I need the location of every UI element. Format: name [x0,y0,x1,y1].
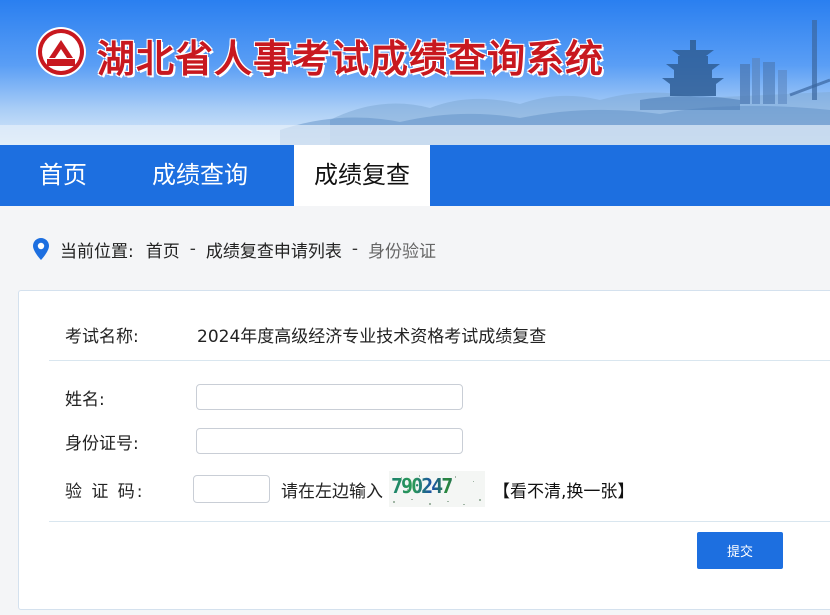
nav-item-score-review[interactable]: 成绩复查 [294,145,430,206]
captcha-image[interactable]: 790247 [389,471,485,507]
header-banner: 湖北省人事考试成绩查询系统 [0,0,830,145]
captcha-text: 790247 [389,471,485,507]
id-row: 身份证号: [65,427,463,455]
submit-button[interactable]: 提交 [697,532,783,569]
hbpta-logo [36,27,86,77]
breadcrumb-current: 身份验证 [368,241,437,262]
id-number-input[interactable] [196,428,463,454]
nav-item-home[interactable]: 首页 [0,145,152,206]
divider [49,360,830,361]
breadcrumb-review-list[interactable]: 成绩复查申请列表 [206,237,342,262]
name-input[interactable] [196,384,463,410]
captcha-label: 验 证 码: [65,481,145,502]
id-number-label: 身份证号: [65,433,139,454]
site-title: 湖北省人事考试成绩查询系统 [97,36,605,81]
verification-panel: 考试名称: 2024年度高级经济专业技术资格考试成绩复查 姓名: 身份证号: 验… [18,290,830,610]
exam-name-label: 考试名称: [65,326,139,347]
refresh-captcha-link[interactable]: 【看不清,换一张】 [493,477,634,502]
name-row: 姓名: [65,383,463,411]
captcha-hint: 请在左边输入 [281,481,383,502]
nav-item-score-query[interactable]: 成绩查询 [152,145,294,206]
captcha-input[interactable] [193,475,270,503]
breadcrumb-prefix: 当前位置: [60,241,134,262]
breadcrumb-home[interactable]: 首页 [146,237,180,262]
breadcrumb: 当前位置: 首页 - 成绩复查申请列表 - 身份验证 [33,236,436,262]
breadcrumb-separator: - [351,239,359,259]
breadcrumb-separator: - [189,239,196,259]
exam-name-row: 考试名称: 2024年度高级经济专业技术资格考试成绩复查 [65,321,546,347]
captcha-row: 验 证 码: 请在左边输入 790247 【看不清,换一张】 [65,471,634,507]
name-label: 姓名: [65,389,105,410]
divider [49,521,830,522]
main-nav: 首页 成绩查询 成绩复查 [0,145,830,206]
exam-name-value: 2024年度高级经济专业技术资格考试成绩复查 [197,326,547,347]
location-pin-icon [33,238,49,260]
